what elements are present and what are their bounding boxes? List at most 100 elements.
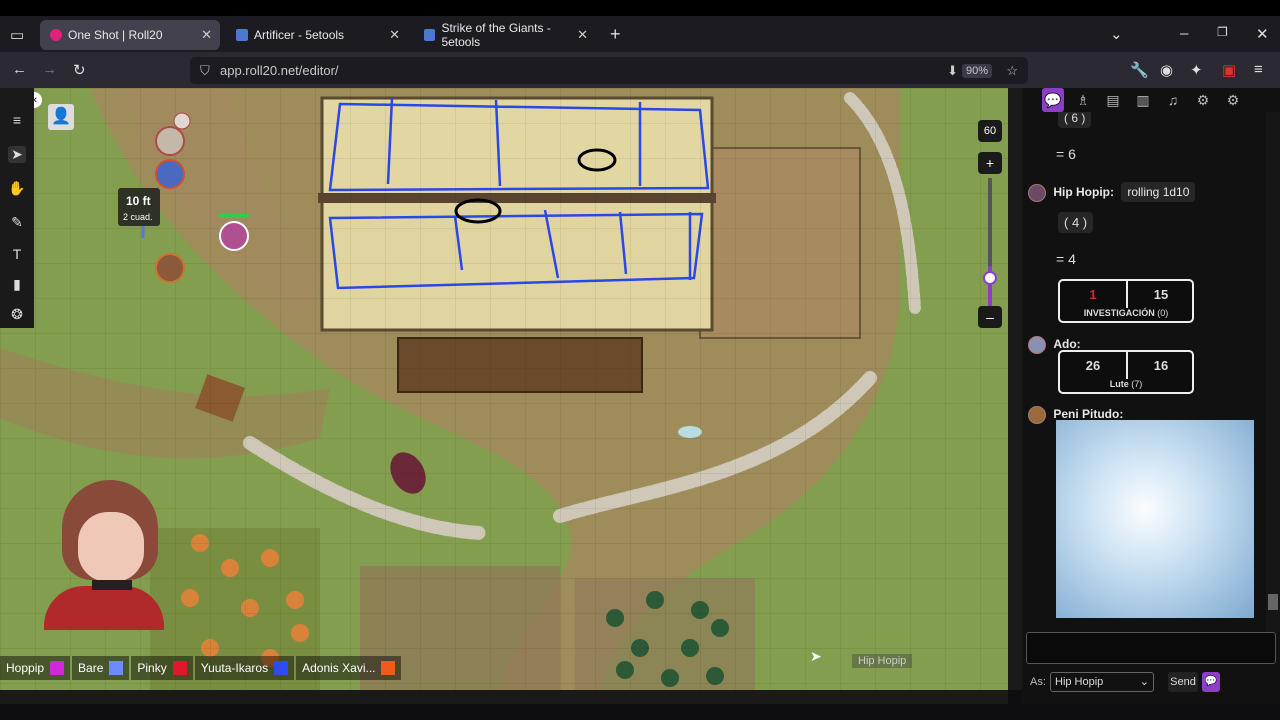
roll-template: 1 15 INVESTIGACIÓN (0) bbox=[1058, 279, 1194, 323]
ruler-squares: 2 cuad. bbox=[123, 212, 153, 222]
player-entry[interactable]: Yuuta-Ikaros bbox=[194, 656, 295, 680]
roll-right-value: 15 bbox=[1153, 287, 1169, 302]
menu-icon[interactable]: ≡ bbox=[8, 112, 26, 128]
menu-icon[interactable]: ≡ bbox=[1254, 61, 1263, 78]
zoom-in-button[interactable]: + bbox=[978, 152, 1002, 174]
emote-button[interactable]: 💬 bbox=[1202, 672, 1220, 692]
dice-total: = 6 bbox=[1056, 146, 1076, 162]
ruler-distance: 10 ft bbox=[126, 194, 151, 208]
new-tab-icon[interactable]: + bbox=[610, 24, 621, 45]
player-entry[interactable]: Pinky bbox=[131, 656, 193, 680]
chevron-down-icon: ⌄ bbox=[1139, 676, 1149, 688]
map-canvas[interactable]: 10 ft 2 cuad. Hip Hopip ➤ bbox=[0, 88, 1008, 690]
extension-badge-icon[interactable]: ▣ bbox=[1222, 61, 1236, 79]
dice-total: = 4 bbox=[1056, 251, 1076, 267]
roll-right-value: 16 bbox=[1153, 358, 1169, 373]
message-text: rolling 1d10 bbox=[1121, 182, 1196, 202]
save-page-icon[interactable]: ⬇ bbox=[947, 63, 958, 79]
ruler-tool-icon[interactable]: ▮ bbox=[8, 276, 26, 293]
zoom-slider-handle[interactable] bbox=[983, 271, 997, 285]
roll-modifier: (7) bbox=[1131, 379, 1143, 389]
tab-artificer[interactable]: Artificer - 5etools ✕ bbox=[226, 20, 408, 50]
tab-strike-of-giants[interactable]: Strike of the Giants - 5etools ✕ bbox=[414, 20, 596, 50]
roll-left-value: 1 bbox=[1089, 287, 1097, 302]
speak-as-label: As: bbox=[1030, 676, 1046, 688]
player-color-swatch bbox=[274, 661, 289, 675]
forward-icon[interactable]: → bbox=[42, 61, 57, 78]
zoom-value: 60 bbox=[978, 120, 1002, 142]
chat-message: Hip Hopip: rolling 1d10 bbox=[1022, 182, 1266, 202]
minimize-icon[interactable]: – bbox=[1180, 25, 1188, 42]
tab-overview-icon[interactable]: ▭ bbox=[10, 26, 24, 44]
pan-hand-icon[interactable]: ✋ bbox=[8, 180, 26, 197]
map-scrollbar[interactable] bbox=[0, 690, 1008, 704]
window-close-icon[interactable]: ✕ bbox=[1256, 25, 1269, 43]
speak-as-select[interactable]: Hip Hopip ⌄ bbox=[1050, 672, 1154, 692]
roll-template: 26 16 Lute (7) bbox=[1058, 350, 1194, 394]
tab-title: Strike of the Giants - 5etools bbox=[441, 21, 551, 49]
chat-panel: 💬 ♗ ▤ ▥ ♫ ⚙ ⚙ ( 6 ) = 6 Hip Hopip: rolli… bbox=[1022, 88, 1280, 704]
compendium-icon[interactable]: ▥ bbox=[1132, 92, 1154, 109]
restore-icon[interactable]: ❐ bbox=[1217, 25, 1228, 39]
close-icon[interactable]: ✕ bbox=[201, 27, 212, 43]
map-vertical-scrollbar[interactable] bbox=[1008, 88, 1022, 690]
art-library-icon[interactable]: ♗ bbox=[1072, 92, 1094, 109]
dice-result: ( 4 ) bbox=[1058, 212, 1094, 233]
5etools-favicon bbox=[424, 29, 436, 41]
player-list-button[interactable]: 👤 bbox=[48, 104, 74, 130]
speak-as-value: Hip Hopip bbox=[1055, 676, 1104, 688]
tab-title: One Shot | Roll20 bbox=[68, 28, 163, 42]
roll-label: INVESTIGACIÓN bbox=[1083, 308, 1155, 318]
back-icon[interactable]: ← bbox=[12, 61, 27, 78]
tab-title: Artificer - 5etools bbox=[254, 28, 345, 42]
roll-left-value: 26 bbox=[1085, 358, 1101, 373]
player-color-swatch bbox=[172, 661, 187, 675]
zoom-slider-track[interactable] bbox=[988, 178, 992, 306]
url-field[interactable]: ⛉ app.roll20.net/editor/ ⬇ 90% ☆ bbox=[190, 57, 1028, 84]
browser-tab-bar: ▭ One Shot | Roll20 ✕ Artificer - 5etool… bbox=[0, 0, 1280, 52]
player-entry[interactable]: Adonis Xavi... bbox=[296, 656, 402, 680]
player-name: Adonis Xavi... bbox=[302, 661, 376, 675]
macros-icon[interactable]: ⚙ bbox=[1192, 92, 1214, 109]
avatar bbox=[1028, 406, 1046, 424]
url-text: app.roll20.net/editor/ bbox=[220, 63, 339, 78]
zoom-level[interactable]: 90% bbox=[961, 63, 992, 78]
chat-scrollbar[interactable] bbox=[1266, 112, 1280, 632]
player-entry[interactable]: Bare bbox=[72, 656, 130, 680]
shield-icon: ⛉ bbox=[200, 62, 210, 78]
chat-input[interactable] bbox=[1026, 632, 1276, 664]
close-icon[interactable]: ✕ bbox=[389, 27, 400, 43]
settings-icon[interactable]: ⚙ bbox=[1222, 92, 1244, 109]
bookmark-star-icon[interactable]: ☆ bbox=[1006, 63, 1018, 79]
text-tool-icon[interactable]: T bbox=[8, 246, 26, 262]
account-icon[interactable]: ◉ bbox=[1160, 61, 1173, 79]
send-button[interactable]: Send bbox=[1168, 672, 1198, 692]
roll-modifier: (0) bbox=[1157, 308, 1169, 318]
zoom-control: 60 + – bbox=[976, 120, 1004, 330]
5etools-favicon bbox=[236, 29, 248, 41]
sidebar-tabs: 💬 ♗ ▤ ▥ ♫ ⚙ ⚙ bbox=[1022, 88, 1280, 112]
player-name: Yuuta-Ikaros bbox=[200, 661, 269, 675]
zoom-out-button[interactable]: – bbox=[978, 306, 1002, 328]
jukebox-icon[interactable]: ♫ bbox=[1162, 92, 1184, 108]
tab-list-icon[interactable]: ⌄ bbox=[1110, 25, 1123, 43]
tab-roll20[interactable]: One Shot | Roll20 ✕ bbox=[40, 20, 220, 50]
select-tool-icon[interactable]: ➤ bbox=[8, 146, 26, 163]
player-color-swatch bbox=[50, 661, 65, 675]
dice-result: ( 6 ) bbox=[1058, 112, 1092, 128]
extensions-icon[interactable]: ✦ bbox=[1190, 61, 1203, 79]
player-entry[interactable]: Hoppip bbox=[0, 656, 71, 680]
avatar bbox=[1028, 336, 1046, 354]
close-icon[interactable]: ✕ bbox=[577, 27, 588, 43]
roll20-favicon bbox=[50, 29, 62, 41]
cursor-player-label: Hip Hopip bbox=[852, 654, 913, 668]
fog-tool-icon[interactable]: ❂ bbox=[8, 306, 26, 323]
chat-tab-icon[interactable]: 💬 bbox=[1042, 88, 1064, 112]
player-color-swatch bbox=[109, 661, 124, 675]
navigation-bar: ← → ↻ ⛉ app.roll20.net/editor/ ⬇ 90% ☆ 🔧… bbox=[0, 52, 1280, 88]
wrench-icon[interactable]: 🔧 bbox=[1130, 61, 1149, 79]
reload-icon[interactable]: ↻ bbox=[73, 61, 86, 79]
player-name: Hoppip bbox=[6, 661, 45, 675]
journal-icon[interactable]: ▤ bbox=[1102, 92, 1124, 109]
draw-brush-icon[interactable]: ✎ bbox=[8, 214, 26, 231]
